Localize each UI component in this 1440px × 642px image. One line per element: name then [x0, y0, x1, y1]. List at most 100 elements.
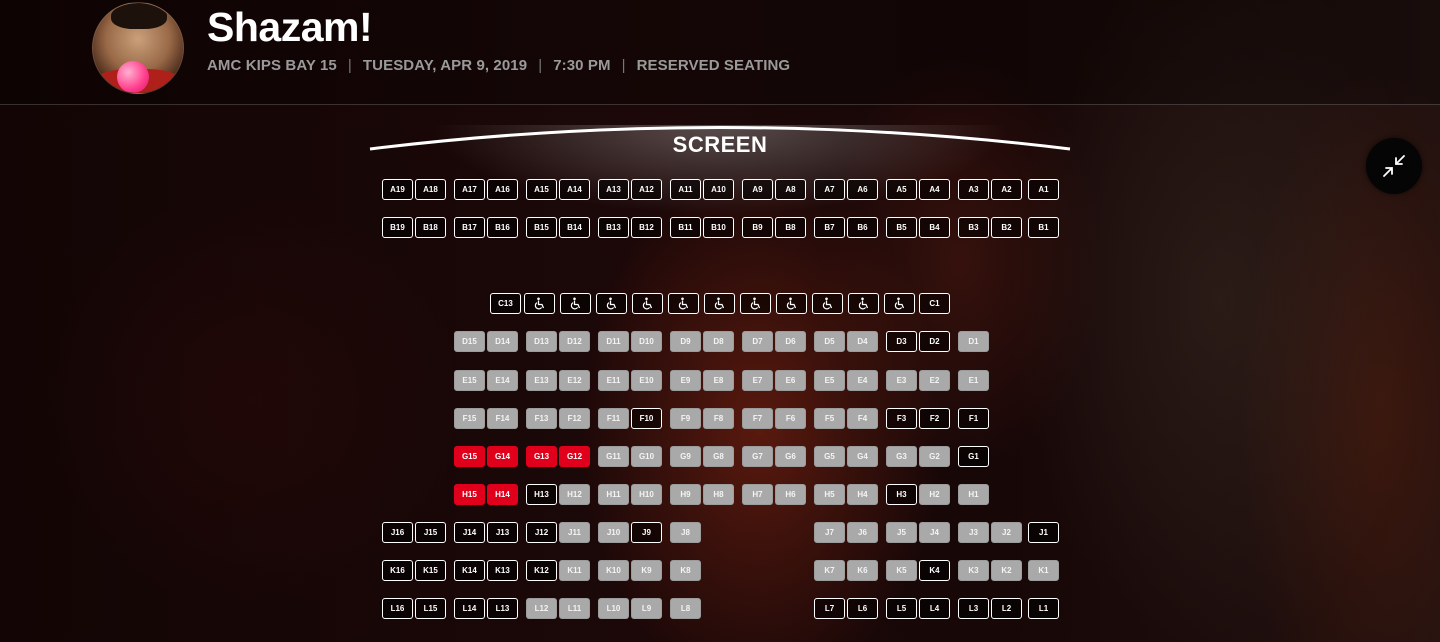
seat-k1: K1 [1028, 560, 1059, 581]
seat-a15[interactable]: A15 [526, 179, 557, 200]
seat-l7[interactable]: L7 [814, 598, 845, 619]
wheelchair-seat[interactable] [776, 293, 807, 314]
wheelchair-seat[interactable] [668, 293, 699, 314]
seat-j16[interactable]: J16 [382, 522, 413, 543]
seat-k13[interactable]: K13 [487, 560, 518, 581]
seat-a16[interactable]: A16 [487, 179, 518, 200]
seat-l1[interactable]: L1 [1028, 598, 1059, 619]
seat-b2[interactable]: B2 [991, 217, 1022, 238]
seat-b4[interactable]: B4 [919, 217, 950, 238]
seat-f12: F12 [559, 408, 590, 429]
seat-k4[interactable]: K4 [919, 560, 950, 581]
collapse-button[interactable] [1366, 138, 1422, 194]
seat-d3[interactable]: D3 [886, 331, 917, 352]
seat-a10[interactable]: A10 [703, 179, 734, 200]
seat-g11: G11 [598, 446, 629, 467]
wheelchair-seat[interactable] [596, 293, 627, 314]
seat-l5[interactable]: L5 [886, 598, 917, 619]
seat-f2[interactable]: F2 [919, 408, 950, 429]
seat-a9[interactable]: A9 [742, 179, 773, 200]
seat-b13[interactable]: B13 [598, 217, 629, 238]
seat-b5[interactable]: B5 [886, 217, 917, 238]
seat-l4[interactable]: L4 [919, 598, 950, 619]
seat-j3: J3 [958, 522, 989, 543]
seat-a5[interactable]: A5 [886, 179, 917, 200]
wheelchair-seat[interactable] [740, 293, 771, 314]
seat-d2[interactable]: D2 [919, 331, 950, 352]
seat-h14[interactable]: H14 [487, 484, 518, 505]
seat-l16[interactable]: L16 [382, 598, 413, 619]
seat-j13[interactable]: J13 [487, 522, 518, 543]
seat-a6[interactable]: A6 [847, 179, 878, 200]
seat-k6: K6 [847, 560, 878, 581]
seat-h15[interactable]: H15 [454, 484, 485, 505]
seat-j9[interactable]: J9 [631, 522, 662, 543]
seat-h11: H11 [598, 484, 629, 505]
seat-a7[interactable]: A7 [814, 179, 845, 200]
seat-a4[interactable]: A4 [919, 179, 950, 200]
seat-a17[interactable]: A17 [454, 179, 485, 200]
seat-k14[interactable]: K14 [454, 560, 485, 581]
seat-g13[interactable]: G13 [526, 446, 557, 467]
seat-b1[interactable]: B1 [1028, 217, 1059, 238]
seat-l2[interactable]: L2 [991, 598, 1022, 619]
seat-h13[interactable]: H13 [526, 484, 557, 505]
seat-b12[interactable]: B12 [631, 217, 662, 238]
seat-a3[interactable]: A3 [958, 179, 989, 200]
seat-b15[interactable]: B15 [526, 217, 557, 238]
seat-j15[interactable]: J15 [415, 522, 446, 543]
seat-a14[interactable]: A14 [559, 179, 590, 200]
wheelchair-seat[interactable] [812, 293, 843, 314]
seat-a19[interactable]: A19 [382, 179, 413, 200]
seat-h3[interactable]: H3 [886, 484, 917, 505]
wheelchair-seat[interactable] [848, 293, 879, 314]
seat-l3[interactable]: L3 [958, 598, 989, 619]
seat-a13[interactable]: A13 [598, 179, 629, 200]
wheelchair-seat[interactable] [560, 293, 591, 314]
seat-b9[interactable]: B9 [742, 217, 773, 238]
seat-a18[interactable]: A18 [415, 179, 446, 200]
seat-b11[interactable]: B11 [670, 217, 701, 238]
seat-b19[interactable]: B19 [382, 217, 413, 238]
seat-a1[interactable]: A1 [1028, 179, 1059, 200]
seat-k16[interactable]: K16 [382, 560, 413, 581]
seat-b10[interactable]: B10 [703, 217, 734, 238]
seat-k12[interactable]: K12 [526, 560, 557, 581]
seat-b14[interactable]: B14 [559, 217, 590, 238]
wheelchair-seat[interactable] [884, 293, 915, 314]
seat-c13[interactable]: C13 [490, 293, 521, 314]
seat-d5: D5 [814, 331, 845, 352]
seat-b17[interactable]: B17 [454, 217, 485, 238]
seat-a2[interactable]: A2 [991, 179, 1022, 200]
seat-g12[interactable]: G12 [559, 446, 590, 467]
seat-k15[interactable]: K15 [415, 560, 446, 581]
wheelchair-seat[interactable] [632, 293, 663, 314]
seat-f1[interactable]: F1 [958, 408, 989, 429]
seat-f3[interactable]: F3 [886, 408, 917, 429]
seat-b3[interactable]: B3 [958, 217, 989, 238]
seat-c1[interactable]: C1 [919, 293, 950, 314]
seat-l6[interactable]: L6 [847, 598, 878, 619]
seat-a12[interactable]: A12 [631, 179, 662, 200]
seat-l13[interactable]: L13 [487, 598, 518, 619]
seat-l15[interactable]: L15 [415, 598, 446, 619]
wheelchair-seat[interactable] [704, 293, 735, 314]
seat-j14[interactable]: J14 [454, 522, 485, 543]
seat-l14[interactable]: L14 [454, 598, 485, 619]
seat-b16[interactable]: B16 [487, 217, 518, 238]
seat-g1[interactable]: G1 [958, 446, 989, 467]
seat-g14[interactable]: G14 [487, 446, 518, 467]
seat-f10[interactable]: F10 [631, 408, 662, 429]
seat-b6[interactable]: B6 [847, 217, 878, 238]
seat-j12[interactable]: J12 [526, 522, 557, 543]
seat-a11[interactable]: A11 [670, 179, 701, 200]
seat-a8[interactable]: A8 [775, 179, 806, 200]
seat-b8[interactable]: B8 [775, 217, 806, 238]
seat-g4: G4 [847, 446, 878, 467]
seat-b7[interactable]: B7 [814, 217, 845, 238]
seat-g15[interactable]: G15 [454, 446, 485, 467]
seat-d12: D12 [559, 331, 590, 352]
seat-b18[interactable]: B18 [415, 217, 446, 238]
seat-j1[interactable]: J1 [1028, 522, 1059, 543]
wheelchair-seat[interactable] [524, 293, 555, 314]
